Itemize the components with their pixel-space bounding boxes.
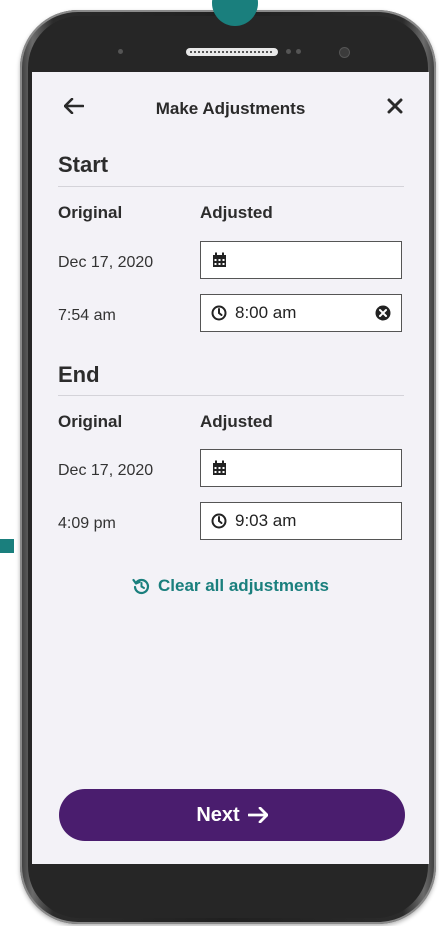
end-adjusted-time-value: 9:03 am: [235, 511, 297, 530]
end-divider: [58, 395, 404, 396]
start-original-header: Original: [58, 203, 123, 222]
next-button-label: Next: [196, 803, 240, 826]
start-adjusted-date-field[interactable]: [200, 241, 402, 279]
start-original-time: 7:54 am: [58, 307, 116, 324]
start-adjusted-header: Adjusted: [200, 203, 273, 222]
clock-icon: [211, 305, 227, 321]
front-camera: [340, 48, 349, 57]
close-button[interactable]: [381, 94, 409, 122]
end-original-time: 4:09 pm: [58, 515, 116, 532]
clock-icon: [211, 513, 227, 529]
calendar-icon: [211, 252, 227, 268]
header-bar: Make Adjustments: [32, 72, 429, 144]
start-section-title: Start: [58, 152, 109, 177]
calendar-icon: [211, 460, 227, 476]
page-title: Make Adjustments: [155, 99, 306, 118]
arrow-right-icon: [247, 807, 268, 823]
start-divider: [58, 186, 404, 187]
next-button[interactable]: Next: [59, 789, 405, 841]
decorative-square: [0, 539, 14, 553]
end-original-date: Dec 17, 2020: [58, 462, 154, 479]
end-adjusted-date-field[interactable]: [200, 449, 402, 487]
clear-time-icon[interactable]: [375, 305, 391, 321]
close-icon: [387, 98, 403, 119]
start-adjusted-time-field[interactable]: 8:00 am: [200, 294, 402, 332]
start-original-date: Dec 17, 2020: [58, 254, 154, 271]
app-screen: Make Adjustments Start Original Adjusted…: [32, 72, 429, 864]
history-icon: [132, 577, 150, 595]
end-section-title: End: [58, 362, 100, 387]
sensor-dot: [296, 49, 301, 54]
start-adjusted-time-value: 8:00 am: [235, 303, 297, 322]
speaker-grill: [190, 51, 274, 53]
end-adjusted-time-field[interactable]: 9:03 am: [200, 502, 402, 540]
clear-all-adjustments-link[interactable]: Clear all adjustments: [32, 576, 429, 596]
sensor-dot: [118, 49, 123, 54]
end-adjusted-header: Adjusted: [200, 412, 273, 431]
end-original-header: Original: [58, 412, 123, 431]
sensor-dot: [286, 49, 291, 54]
clear-all-label: Clear all adjustments: [157, 576, 329, 595]
stage: Make Adjustments Start Original Adjusted…: [0, 0, 439, 926]
